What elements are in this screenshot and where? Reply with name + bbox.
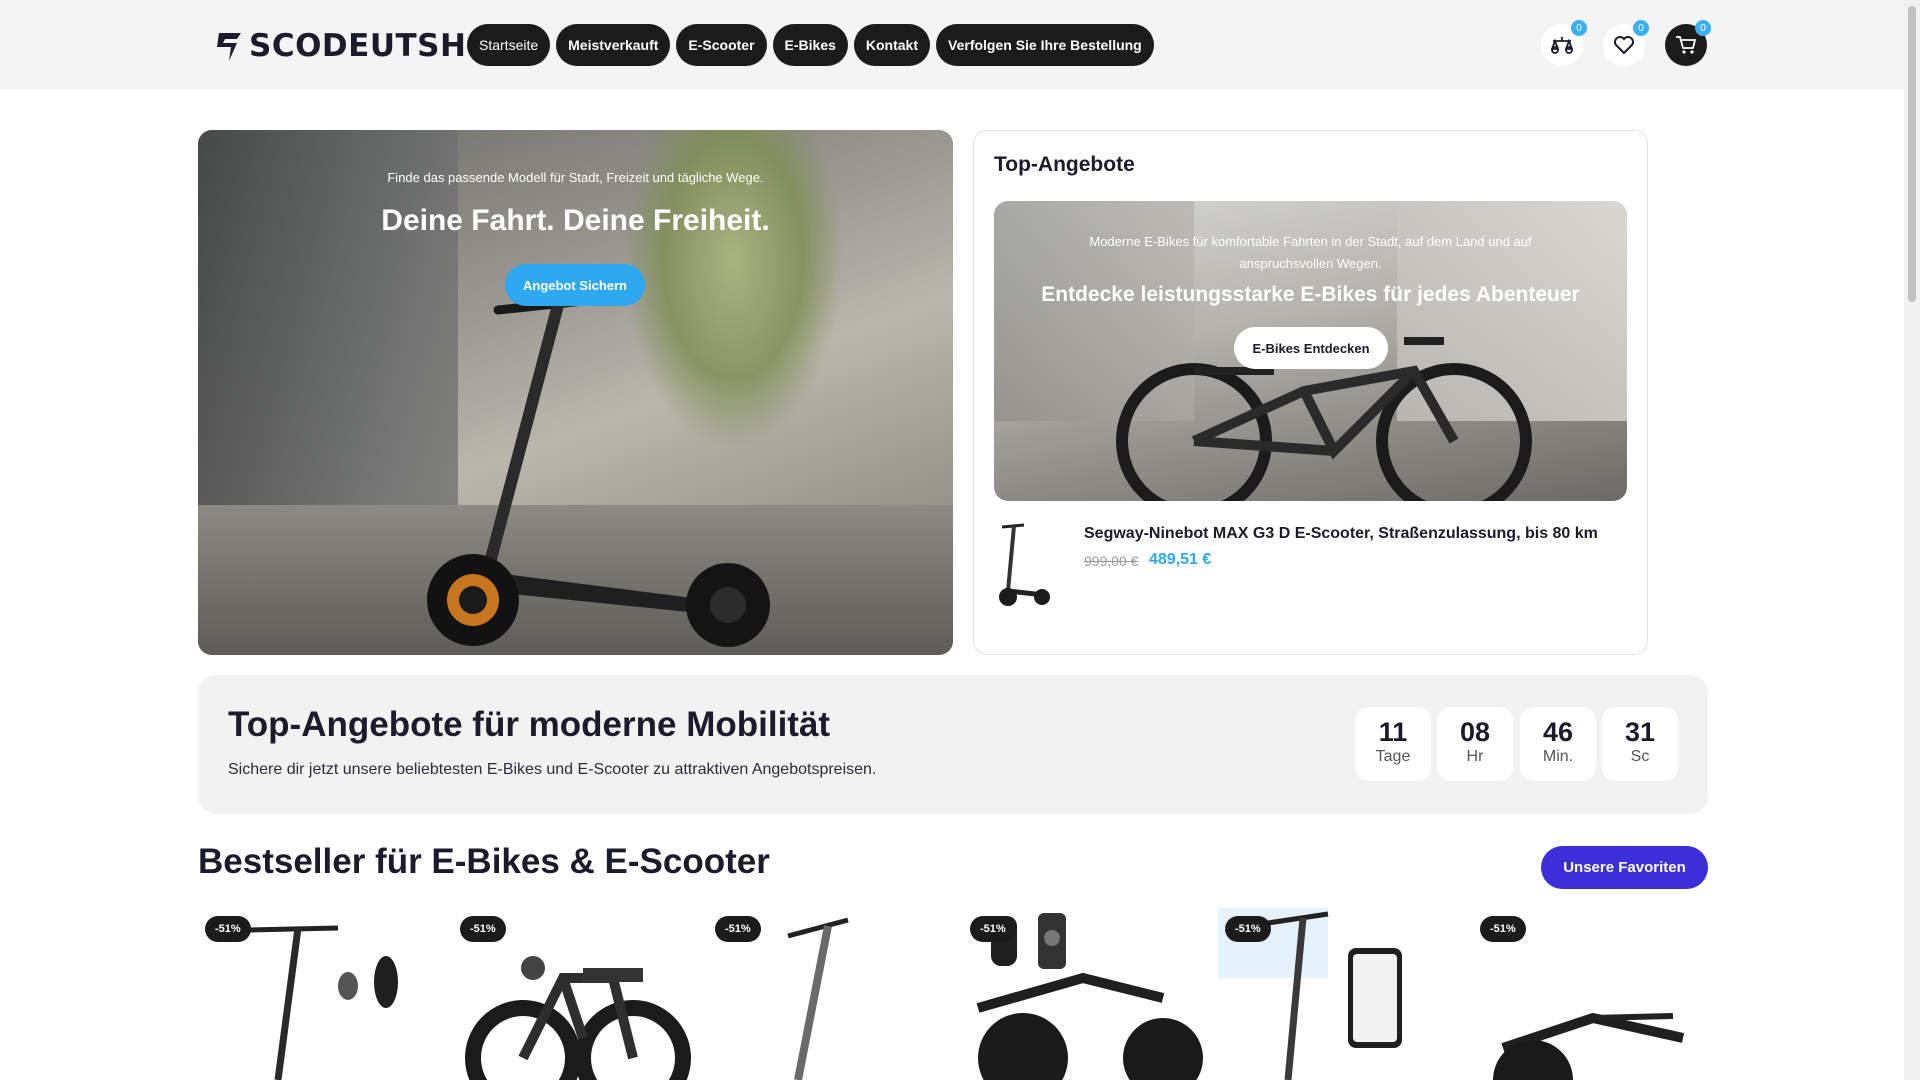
main-nav: Startseite Meistverkauft E-Scooter E-Bik… (467, 24, 1154, 66)
product-card[interactable]: -51% (453, 908, 698, 1080)
nav-item-order-tracking[interactable]: Verfolgen Sie Ihre Bestellung (936, 24, 1154, 66)
wishlist-count-badge: 0 (1633, 20, 1649, 36)
page-scrollbar[interactable] (1904, 0, 1920, 1080)
nav-item-meistverkauft[interactable]: Meistverkauft (556, 24, 671, 66)
site-header: SCODEUTSH Startseite Meistverkauft E-Sco… (0, 0, 1904, 89)
deal-title: Top-Angebote für moderne Mobilität (228, 705, 831, 744)
product-card[interactable]: -51% (963, 908, 1208, 1080)
cart-count-badge: 0 (1695, 20, 1711, 36)
discount-badge: -51% (715, 916, 761, 942)
angebot-sichern-button[interactable]: Angebot Sichern (505, 264, 645, 306)
product-thumbnail-image (999, 523, 1050, 606)
product-card[interactable]: -51% (1473, 908, 1718, 1080)
countdown-hours-label: Hr (1466, 748, 1484, 765)
countdown-hours: 08 Hr (1437, 707, 1513, 781)
offer-product-item[interactable]: Segway-Ninebot MAX G3 D E-Scooter, Straß… (994, 519, 1627, 619)
countdown-minutes-value: 46 (1542, 717, 1574, 747)
discount-badge: -51% (970, 916, 1016, 942)
offer-product-price: 489,51 € (1149, 551, 1212, 568)
discount-badge: -51% (460, 916, 506, 942)
deal-countdown-banner: Top-Angebote für moderne Mobilität Siche… (198, 675, 1708, 814)
product-card[interactable]: -51% (1218, 908, 1463, 1080)
lightning-logo-icon (217, 33, 241, 61)
compare-button[interactable]: 0 (1541, 20, 1587, 66)
product-card[interactable]: -51% (708, 908, 953, 1080)
hero-title: Deine Fahrt. Deine Freiheit. (381, 204, 770, 237)
nav-item-kontakt[interactable]: Kontakt (853, 24, 931, 66)
countdown-minutes-label: Min. (1542, 748, 1574, 765)
countdown-days-value: 11 (1378, 717, 1408, 747)
nav-item-e-scooter[interactable]: E-Scooter (676, 24, 767, 66)
compare-count-badge: 0 (1571, 20, 1587, 36)
countdown-minutes: 46 Min. (1520, 707, 1596, 781)
banner-subtitle: Moderne E-Bikes für komfortable Fahrten … (1089, 234, 1532, 271)
cart-icon (1676, 36, 1697, 54)
compare-icon (1551, 37, 1573, 54)
brand-logo-text: SCODEUTSH (249, 28, 467, 64)
countdown-seconds-value: 31 (1624, 717, 1656, 747)
e-bikes-entdecken-button[interactable]: E-Bikes Entdecken (1234, 327, 1388, 369)
hero-subtitle: Finde das passende Modell für Stadt, Fre… (387, 170, 764, 185)
banner-title: Entdecke leistungsstarke E-Bikes für jed… (1041, 283, 1580, 306)
cart-button[interactable]: 0 (1665, 20, 1711, 66)
countdown-days-label: Tage (1375, 748, 1411, 765)
product-card[interactable]: -51% (198, 908, 443, 1080)
discount-badge: -51% (205, 916, 251, 942)
countdown-days: 11 Tage (1355, 707, 1431, 781)
wishlist-button[interactable]: 0 (1603, 20, 1649, 66)
hero-banner: Finde das passende Modell für Stadt, Fre… (198, 130, 953, 655)
nav-item-startseite[interactable]: Startseite (467, 24, 551, 66)
offer-product-name[interactable]: Segway-Ninebot MAX G3 D E-Scooter, Straß… (1084, 525, 1598, 543)
countdown-seconds: 31 Sc (1602, 707, 1678, 781)
e-scooter-image (427, 295, 770, 647)
brand-logo[interactable]: SCODEUTSH (211, 26, 466, 66)
countdown-seconds-label: Sc (1630, 748, 1650, 765)
e-bike-promo-banner: Moderne E-Bikes für komfortable Fahrten … (994, 201, 1627, 501)
discount-badge: -51% (1225, 916, 1271, 942)
nav-item-e-bikes[interactable]: E-Bikes (772, 24, 848, 66)
bestseller-title: Bestseller für E-Bikes & E-Scooter (198, 842, 770, 881)
heart-icon (1614, 36, 1634, 55)
unsere-favoriten-button[interactable]: Unsere Favoriten (1541, 846, 1708, 889)
offer-product-old-price: 999,00 € (1084, 553, 1139, 569)
top-offers-panel: Top-Angebote Moderne E-Bikes für komfort… (973, 130, 1648, 655)
deal-subtitle: Sichere dir jetzt unsere beliebtesten E-… (228, 761, 877, 778)
scrollbar-thumb[interactable] (1908, 6, 1916, 302)
discount-badge: -51% (1480, 916, 1526, 942)
countdown-hours-value: 08 (1459, 717, 1491, 747)
top-offers-title: Top-Angebote (994, 153, 1135, 176)
